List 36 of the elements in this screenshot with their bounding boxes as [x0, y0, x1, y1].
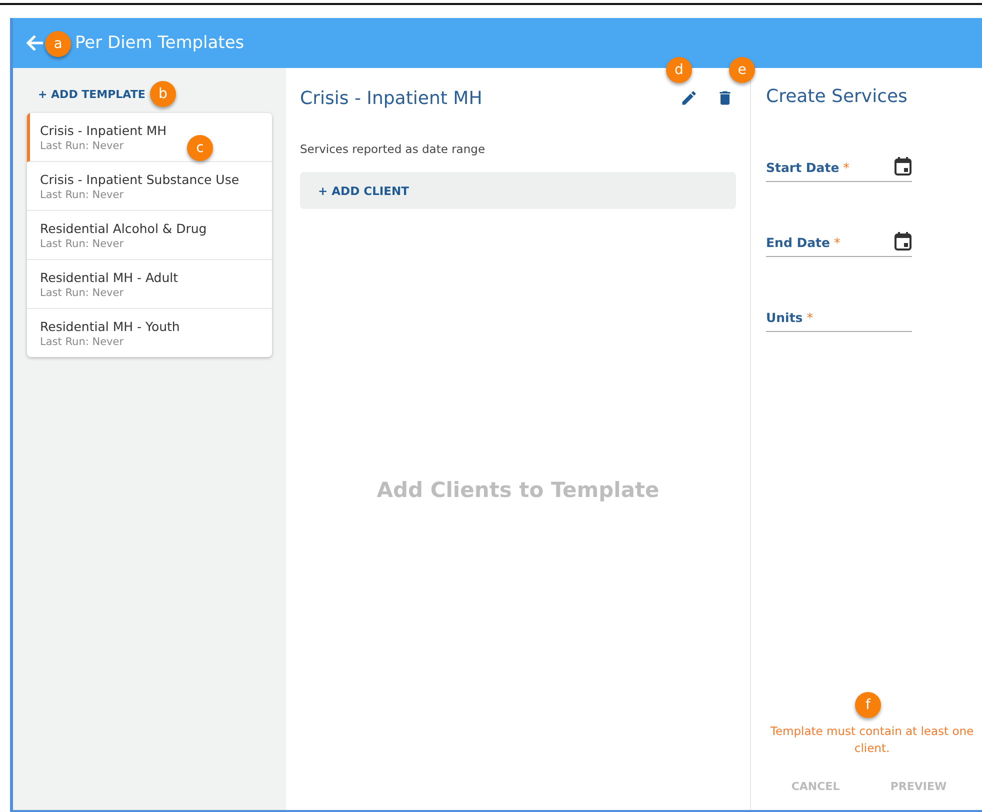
- required-mark: *: [806, 310, 813, 324]
- template-name: Crisis - Inpatient MH: [40, 123, 167, 138]
- back-arrow-icon[interactable]: [25, 33, 45, 53]
- required-mark: *: [843, 160, 850, 174]
- field-label: Start Date: [766, 160, 840, 174]
- add-template-button[interactable]: + ADD TEMPLATE: [38, 88, 146, 101]
- calendar-icon[interactable]: [894, 156, 912, 176]
- template-last-run: Last Run: Never: [40, 287, 124, 299]
- date-range-note: Services reported as date range: [300, 142, 486, 156]
- header-title: Per Diem Templates: [75, 33, 244, 53]
- form-field[interactable]: Start Date *: [766, 151, 912, 182]
- empty-message: Add Clients to Template: [376, 478, 660, 502]
- template-last-run: Last Run: Never: [40, 336, 124, 348]
- form-field[interactable]: Units *: [766, 301, 912, 332]
- template-item[interactable]: Residential MH - Youth Last Run: Never: [27, 309, 272, 357]
- template-name: Residential MH - Youth: [40, 319, 180, 334]
- field-label: Units: [766, 310, 803, 324]
- error-message: Template must contain at least one client.: [769, 723, 975, 757]
- add-client-button[interactable]: + ADD CLIENT: [300, 172, 736, 209]
- callout-badge: f: [855, 692, 881, 718]
- template-item[interactable]: Residential Alcohol & Drug Last Run: Never: [27, 211, 272, 260]
- template-last-run: Last Run: Never: [40, 238, 124, 250]
- calendar-icon[interactable]: [894, 231, 912, 251]
- callout-badge: d: [666, 57, 692, 83]
- template-item[interactable]: Residential MH - Adult Last Run: Never: [27, 260, 272, 309]
- panel-title: Create Services: [766, 86, 908, 107]
- template-last-run: Last Run: Never: [40, 189, 124, 201]
- template-item[interactable]: Crisis - Inpatient Substance Use Last Run: Never: [27, 162, 272, 211]
- required-mark: *: [834, 234, 840, 250]
- template-name: Residential Alcohol & Drug: [40, 221, 207, 236]
- template-title: Crisis - Inpatient MH: [300, 88, 484, 108]
- template-name: Crisis - Inpatient Substance Use: [40, 172, 240, 187]
- field-label: End Date: [766, 234, 830, 250]
- form-field[interactable]: End Date *: [766, 226, 912, 257]
- template-last-run: Last Run: Never: [40, 140, 124, 152]
- template-name: Residential MH - Adult: [40, 270, 178, 285]
